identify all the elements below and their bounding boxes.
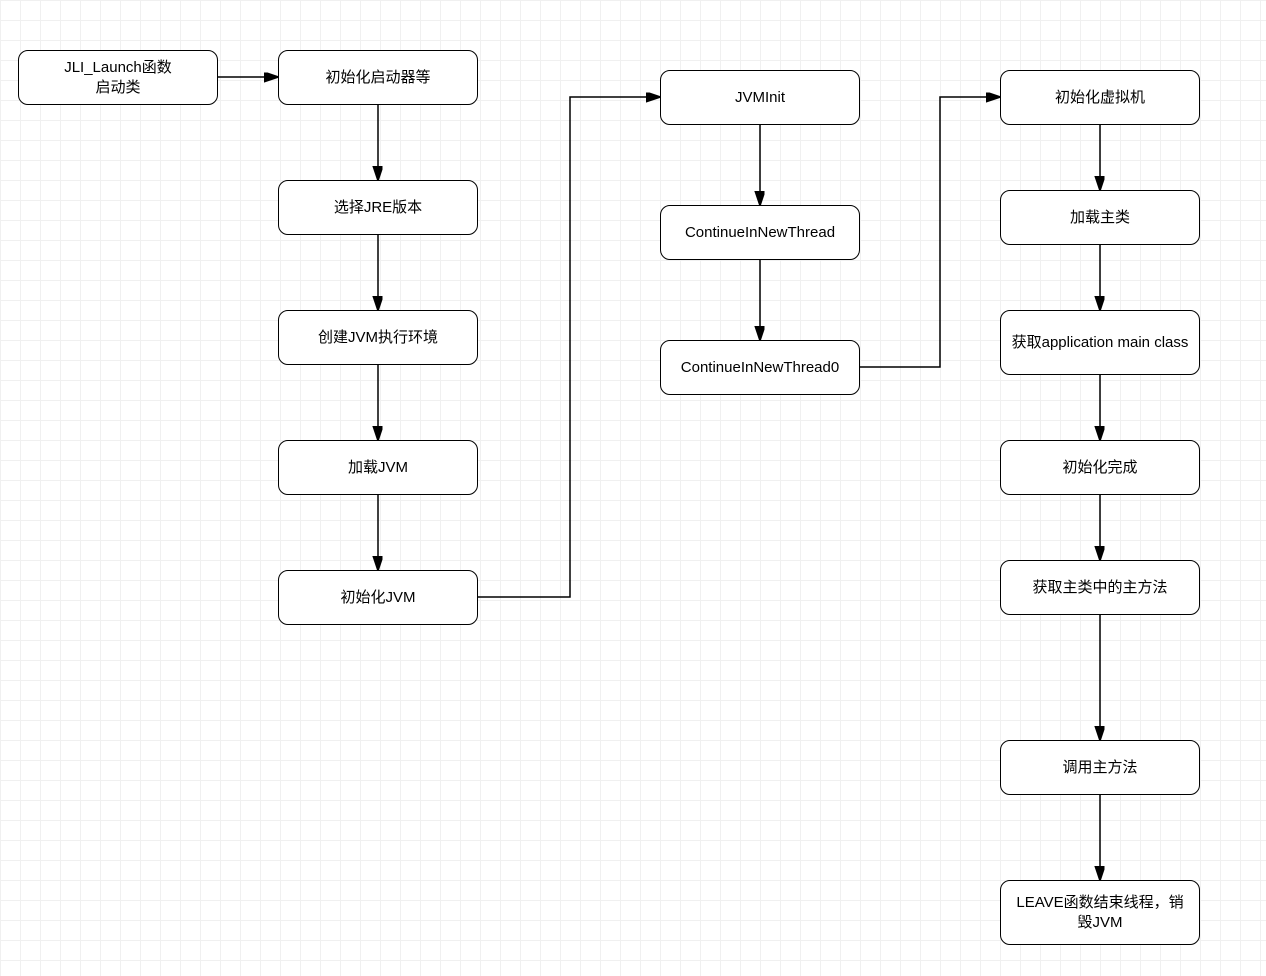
node-jli-launch: JLI_Launch函数启动类 bbox=[18, 50, 218, 105]
node-label: JVMInit bbox=[735, 88, 785, 108]
node-get-app-main-class: 获取application main class bbox=[1000, 310, 1200, 375]
node-label: 创建JVM执行环境 bbox=[318, 328, 438, 348]
node-init-complete: 初始化完成 bbox=[1000, 440, 1200, 495]
node-label: LEAVE函数结束线程，销毁JVM bbox=[1011, 893, 1189, 932]
node-init-jvm: 初始化JVM bbox=[278, 570, 478, 625]
node-label: ContinueInNewThread bbox=[685, 223, 835, 243]
node-get-main-method: 获取主类中的主方法 bbox=[1000, 560, 1200, 615]
node-label: ContinueInNewThread0 bbox=[681, 358, 839, 378]
node-label: 调用主方法 bbox=[1062, 758, 1137, 778]
node-jvminit: JVMInit bbox=[660, 70, 860, 125]
node-load-main-class: 加载主类 bbox=[1000, 190, 1200, 245]
node-label: 初始化虚拟机 bbox=[1055, 88, 1145, 108]
node-label: 初始化JVM bbox=[340, 588, 415, 608]
node-label: 获取application main class bbox=[1012, 333, 1189, 353]
node-continue-new-thread: ContinueInNewThread bbox=[660, 205, 860, 260]
node-label: 初始化完成 bbox=[1062, 458, 1137, 478]
node-label: 获取主类中的主方法 bbox=[1032, 578, 1167, 598]
node-init-vm: 初始化虚拟机 bbox=[1000, 70, 1200, 125]
node-label: 加载主类 bbox=[1070, 208, 1130, 228]
node-label: 选择JRE版本 bbox=[334, 198, 422, 218]
node-continue-new-thread0: ContinueInNewThread0 bbox=[660, 340, 860, 395]
node-call-main-method: 调用主方法 bbox=[1000, 740, 1200, 795]
node-load-jvm: 加载JVM bbox=[278, 440, 478, 495]
node-select-jre: 选择JRE版本 bbox=[278, 180, 478, 235]
node-leave-destroy-jvm: LEAVE函数结束线程，销毁JVM bbox=[1000, 880, 1200, 945]
node-init-launcher: 初始化启动器等 bbox=[278, 50, 478, 105]
node-create-jvm-env: 创建JVM执行环境 bbox=[278, 310, 478, 365]
node-label: JLI_Launch函数启动类 bbox=[64, 58, 172, 97]
node-label: 初始化启动器等 bbox=[325, 68, 430, 88]
node-label: 加载JVM bbox=[348, 458, 408, 478]
